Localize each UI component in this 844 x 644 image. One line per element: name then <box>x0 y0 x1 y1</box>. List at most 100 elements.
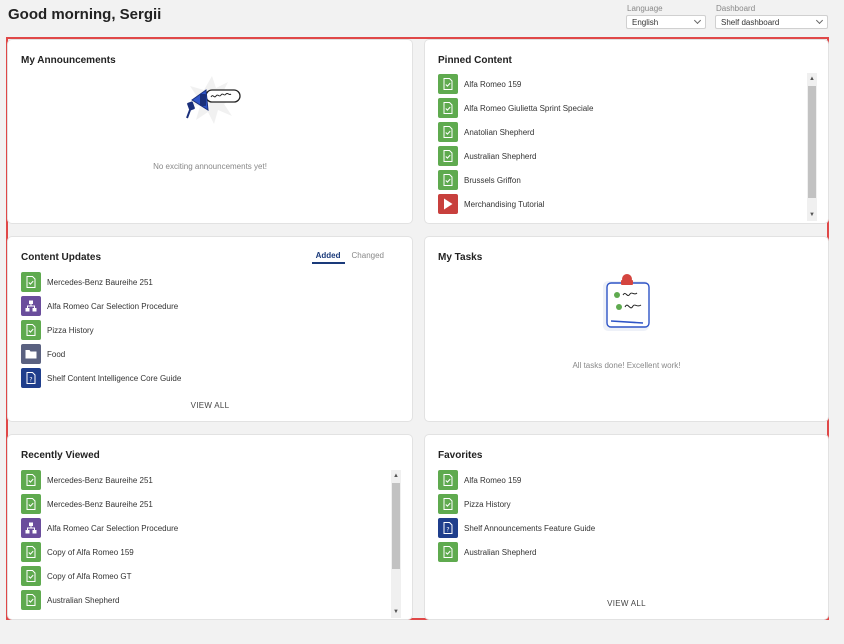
list-item-label: Mercedes-Benz Baureihe 251 <box>47 499 153 509</box>
guide-icon: ? <box>21 368 41 388</box>
list-item-label: Mercedes-Benz Baureihe 251 <box>47 475 153 485</box>
list-item[interactable]: Food <box>21 342 181 366</box>
document-icon <box>21 590 41 610</box>
document-icon <box>438 122 458 142</box>
document-icon <box>21 542 41 562</box>
announcements-card: My Announcements No exciting announcemen… <box>8 40 412 223</box>
recently-viewed-scrollbar[interactable]: ▲ ▼ <box>391 470 401 618</box>
scroll-down-icon[interactable]: ▼ <box>391 606 401 618</box>
list-item-label: Merchandising Tutorial <box>464 199 545 209</box>
list-item-label: Alfa Romeo 159 <box>464 475 522 485</box>
list-item[interactable]: Alfa Romeo Car Selection Procedure <box>21 294 181 318</box>
list-item[interactable]: Alfa Romeo Car Selection Procedure <box>21 516 178 540</box>
announcements-title: My Announcements <box>21 55 116 66</box>
list-item-label: Australian Shepherd <box>47 595 120 605</box>
list-item[interactable]: Merchandising Tutorial <box>438 192 593 216</box>
list-item-label: Copy of Alfa Romeo 159 <box>47 547 134 557</box>
content-updates-view-all-link[interactable]: VIEW ALL <box>8 401 412 410</box>
document-icon <box>438 542 458 562</box>
list-item-label: Food <box>47 349 66 359</box>
scroll-thumb[interactable] <box>392 483 400 569</box>
list-item[interactable]: Australian Shepherd <box>21 588 178 612</box>
favorites-title: Favorites <box>438 450 483 461</box>
dashboard-value: Shelf dashboard <box>721 17 780 27</box>
list-item[interactable]: Alfa Romeo 159 <box>438 468 595 492</box>
chevron-down-icon <box>815 16 824 25</box>
document-icon <box>438 494 458 514</box>
list-item[interactable]: ? Shelf Content Intelligence Core Guide <box>21 366 181 390</box>
list-item[interactable]: ? Shelf Announcements Feature Guide <box>438 516 595 540</box>
document-icon <box>21 272 41 292</box>
list-item[interactable]: Copy of Alfa Romeo GT <box>21 564 178 588</box>
list-item-label: Pizza History <box>464 499 511 509</box>
document-icon <box>438 74 458 94</box>
list-item[interactable]: Brussels Griffon <box>438 168 593 192</box>
chevron-down-icon <box>693 16 702 25</box>
tab-changed[interactable]: Changed <box>348 251 388 264</box>
tab-added[interactable]: Added <box>311 251 345 264</box>
tasks-title: My Tasks <box>438 252 483 263</box>
list-item-label: Alfa Romeo Giulietta Sprint Speciale <box>464 103 594 113</box>
list-item[interactable]: Pizza History <box>438 492 595 516</box>
list-item[interactable]: Anatolian Shepherd <box>438 120 593 144</box>
recently-viewed-title: Recently Viewed <box>21 450 100 461</box>
list-item[interactable]: Mercedes-Benz Baureihe 251 <box>21 468 178 492</box>
tasks-empty-text: All tasks done! Excellent work! <box>572 361 681 370</box>
scroll-down-icon[interactable]: ▼ <box>807 209 817 221</box>
scroll-up-icon[interactable]: ▲ <box>391 470 401 482</box>
list-item-label: Pizza History <box>47 325 94 335</box>
video-icon <box>438 194 458 214</box>
flowchart-icon <box>21 518 41 538</box>
document-icon <box>21 494 41 514</box>
content-updates-card: Content Updates Added Changed Mercedes-B… <box>8 237 412 421</box>
dashboard-selector: Dashboard Shelf dashboard <box>715 4 828 29</box>
recently-viewed-card: Recently Viewed Mercedes-Benz Baureihe 2… <box>8 435 412 619</box>
guide-icon: ? <box>438 518 458 538</box>
document-icon <box>21 320 41 340</box>
list-item[interactable]: Alfa Romeo 159 <box>438 72 593 96</box>
svg-text:?: ? <box>29 377 32 384</box>
content-updates-title: Content Updates <box>21 252 101 263</box>
list-item[interactable]: Copy of Alfa Romeo 159 <box>21 540 178 564</box>
document-icon <box>21 566 41 586</box>
favorites-view-all-link[interactable]: VIEW ALL <box>425 599 828 608</box>
language-label: Language <box>627 4 663 13</box>
list-item[interactable]: Pizza History <box>21 318 181 342</box>
list-item-label: Alfa Romeo 159 <box>464 79 522 89</box>
document-icon <box>438 170 458 190</box>
list-item[interactable]: Alfa Romeo Giulietta Sprint Speciale <box>438 96 593 120</box>
tasks-card: My Tasks All tasks done! Excellent work! <box>425 237 828 421</box>
scroll-thumb[interactable] <box>808 86 816 198</box>
scroll-up-icon[interactable]: ▲ <box>807 73 817 85</box>
recently-viewed-list: Mercedes-Benz Baureihe 251 Mercedes-Benz … <box>21 468 178 612</box>
dashboard-select[interactable]: Shelf dashboard <box>715 15 828 29</box>
document-icon <box>21 470 41 490</box>
list-item-label: Australian Shepherd <box>464 151 537 161</box>
favorites-list: Alfa Romeo 159 Pizza History? Shelf Announ… <box>438 468 595 564</box>
list-item[interactable]: Mercedes-Benz Baureihe 251 <box>21 270 181 294</box>
list-item[interactable]: Australian Shepherd <box>438 144 593 168</box>
svg-text:?: ? <box>446 527 449 534</box>
list-item[interactable]: Australian Shepherd <box>438 540 595 564</box>
content-updates-tabs: Added Changed <box>309 251 388 264</box>
list-item-label: Australian Shepherd <box>464 547 537 557</box>
list-item-label: Alfa Romeo Car Selection Procedure <box>47 523 179 533</box>
document-icon <box>438 146 458 166</box>
list-item-label: Brussels Griffon <box>464 175 521 185</box>
language-value: English <box>632 17 659 27</box>
list-item-label: Alfa Romeo Car Selection Procedure <box>47 301 179 311</box>
list-item[interactable]: Mercedes-Benz Baureihe 251 <box>21 492 178 516</box>
pinned-title: Pinned Content <box>438 55 512 66</box>
announcements-empty-text: No exciting announcements yet! <box>153 162 267 171</box>
folder-icon <box>21 344 41 364</box>
list-item-label: Anatolian Shepherd <box>464 127 535 137</box>
language-select[interactable]: English <box>626 15 706 29</box>
content-updates-list: Mercedes-Benz Baureihe 251 Alfa Romeo Car… <box>21 270 181 390</box>
pinned-scrollbar[interactable]: ▲ ▼ <box>807 73 817 221</box>
document-icon <box>438 98 458 118</box>
list-item-label: Shelf Announcements Feature Guide <box>464 523 596 533</box>
document-icon <box>438 470 458 490</box>
language-selector: Language English <box>626 4 706 29</box>
dashboard-label: Dashboard <box>716 4 756 13</box>
greeting-title: Good morning, Sergii <box>8 6 162 23</box>
